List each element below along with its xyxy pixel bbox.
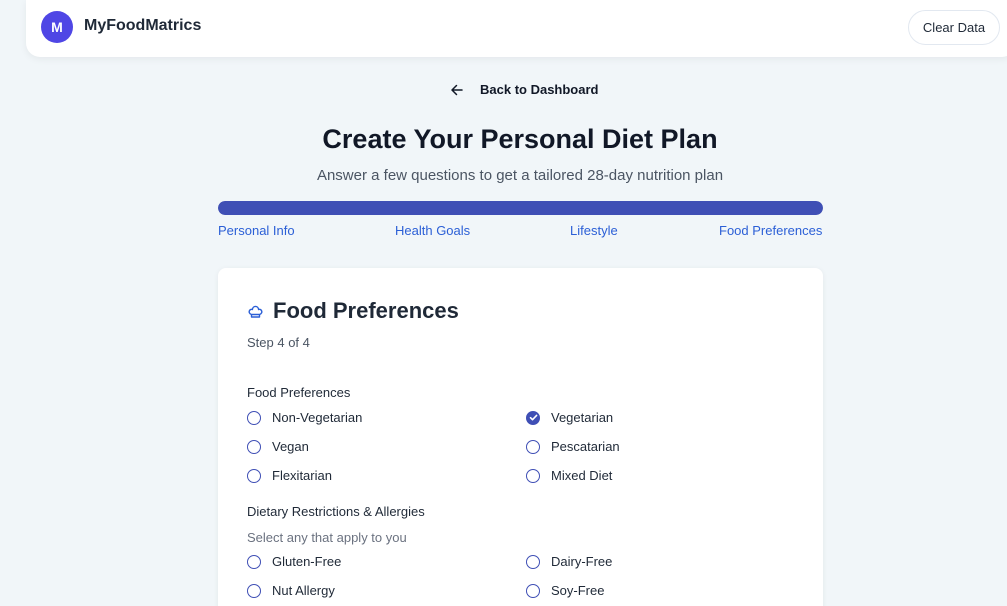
option-vegetarian[interactable]: Vegetarian xyxy=(526,410,613,425)
option-label: Nut Allergy xyxy=(272,583,335,598)
page-subtitle: Answer a few questions to get a tailored… xyxy=(316,167,724,184)
clear-data-button[interactable]: Clear Data xyxy=(908,10,1000,45)
restrictions-hint: Select any that apply to you xyxy=(247,530,407,545)
food-preferences-label: Food Preferences xyxy=(247,385,351,400)
card-header: Food Preferences xyxy=(247,298,459,324)
brand-name[interactable]: MyFoodMatrics xyxy=(84,17,201,35)
option-label: Vegetarian xyxy=(551,410,614,425)
chef-hat-icon xyxy=(248,305,263,318)
progress-bar xyxy=(218,201,823,215)
radio-icon[interactable] xyxy=(247,554,261,569)
radio-icon[interactable] xyxy=(247,468,261,483)
radio-icon[interactable] xyxy=(247,439,261,454)
back-to-dashboard-link[interactable]: Back to Dashboard xyxy=(450,82,598,97)
back-label: Back to Dashboard xyxy=(480,82,599,97)
step-counter: Step 4 of 4 xyxy=(247,335,310,350)
option-vegan[interactable]: Vegan xyxy=(247,439,309,454)
option-label: Vegan xyxy=(272,439,309,454)
option-non-vegetarian[interactable]: Non-Vegetarian xyxy=(247,410,362,425)
arrow-left-icon xyxy=(451,84,463,95)
page-title: Create Your Personal Diet Plan xyxy=(322,124,718,154)
option-label: Dairy-Free xyxy=(551,554,613,569)
food-preferences-card: Food Preferences Step 4 of 4 Food Prefer… xyxy=(218,268,823,606)
radio-icon[interactable] xyxy=(526,583,540,598)
card-title: Food Preferences xyxy=(273,298,459,323)
option-label: Soy-Free xyxy=(551,583,605,598)
radio-icon[interactable] xyxy=(526,554,540,569)
restrictions-label: Dietary Restrictions & Allergies xyxy=(247,504,425,519)
top-bar: M MyFoodMatrics Clear Data xyxy=(26,0,1007,57)
option-soy-free[interactable]: Soy-Free xyxy=(526,583,604,598)
radio-icon[interactable] xyxy=(247,410,261,425)
option-mixed-diet[interactable]: Mixed Diet xyxy=(526,468,612,483)
option-label: Flexitarian xyxy=(272,468,332,483)
radio-icon[interactable] xyxy=(526,468,540,483)
radio-icon[interactable] xyxy=(526,439,540,454)
logo-avatar: M xyxy=(41,11,73,43)
step-lifestyle[interactable]: Lifestyle xyxy=(570,223,618,238)
option-nut-allergy[interactable]: Nut Allergy xyxy=(247,583,335,598)
option-flexitarian[interactable]: Flexitarian xyxy=(247,468,332,483)
step-personal-info[interactable]: Personal Info xyxy=(218,223,295,238)
step-food-preferences[interactable]: Food Preferences xyxy=(719,223,822,238)
radio-checked-icon[interactable] xyxy=(526,410,540,425)
step-health-goals[interactable]: Health Goals xyxy=(395,223,470,238)
radio-icon[interactable] xyxy=(247,583,261,598)
option-pescatarian[interactable]: Pescatarian xyxy=(526,439,620,454)
option-label: Mixed Diet xyxy=(551,468,613,483)
option-gluten-free[interactable]: Gluten-Free xyxy=(247,554,341,569)
option-label: Pescatarian xyxy=(551,439,620,454)
progress-fill xyxy=(218,201,823,215)
option-label: Gluten-Free xyxy=(272,554,342,569)
option-label: Non-Vegetarian xyxy=(272,410,363,425)
option-dairy-free[interactable]: Dairy-Free xyxy=(526,554,612,569)
